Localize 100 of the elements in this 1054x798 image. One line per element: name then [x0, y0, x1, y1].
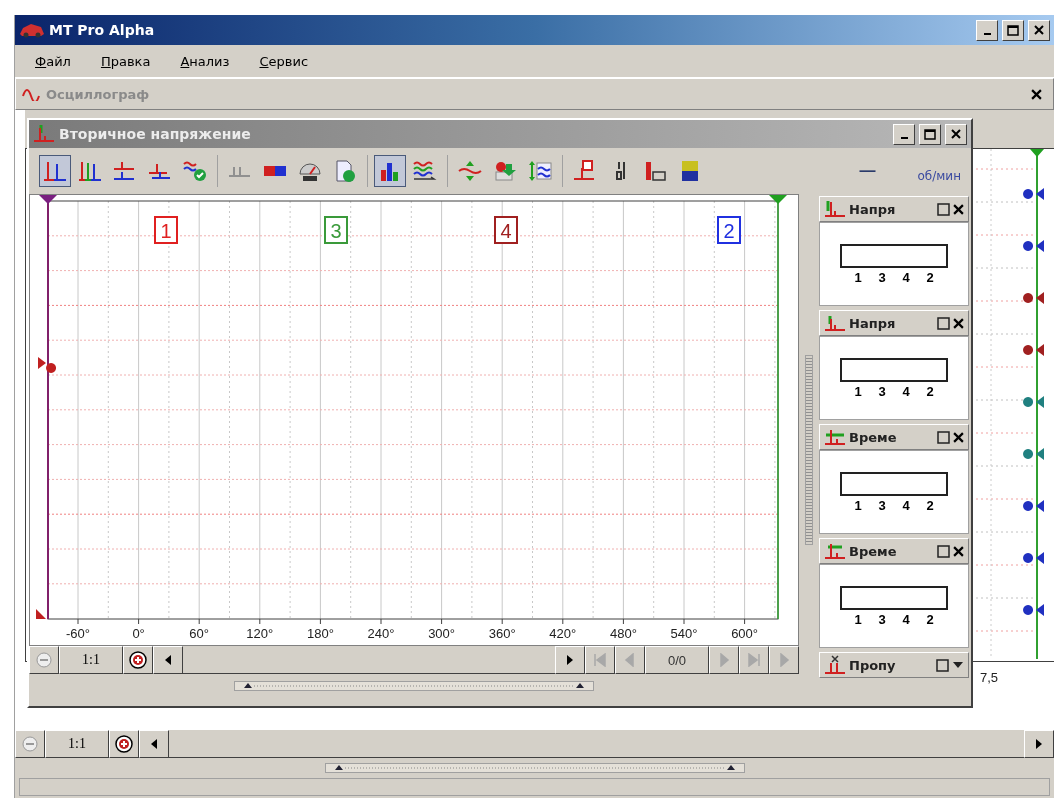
vertical-arrows-icon	[458, 160, 482, 182]
close-icon	[953, 545, 964, 557]
scroll-right-button[interactable]	[1024, 730, 1054, 758]
maximize-icon[interactable]	[936, 658, 949, 672]
bar-label: 3	[878, 269, 886, 285]
widget-title: Напря	[849, 201, 897, 217]
caret-right-icon	[1035, 739, 1043, 749]
bar-label: 3	[878, 383, 886, 399]
x-axis-tick-label: 240°	[367, 626, 395, 641]
waves-check-icon	[183, 160, 207, 182]
subwindow-title: Вторичное напряжение	[59, 126, 252, 142]
next-icon	[717, 653, 731, 667]
panel-title: Осциллограф	[46, 86, 151, 102]
channel-label: 3	[324, 216, 348, 244]
zoom-out-button[interactable]	[15, 730, 45, 758]
x-axis-tick-label: -60°	[66, 626, 90, 641]
zoom-in-button[interactable]	[123, 646, 153, 674]
sine-wave-icon	[22, 87, 40, 101]
close-icon	[953, 203, 964, 215]
waveform-icon	[824, 427, 846, 447]
zoom-ratio: 1:1	[59, 646, 123, 674]
menu-item[interactable]: Сервис	[259, 53, 309, 69]
maximize-button[interactable]	[919, 123, 941, 145]
zoom-in-icon	[129, 651, 147, 669]
bar-label: 2	[926, 497, 934, 513]
waveform-icon	[824, 541, 846, 561]
menu-item[interactable]: Анализ	[180, 53, 230, 69]
maximize-icon	[924, 128, 936, 140]
close-icon	[953, 317, 964, 329]
widget-title: Напря	[849, 315, 897, 331]
scroll-left-button[interactable]	[153, 646, 183, 674]
close-button[interactable]	[1028, 19, 1050, 41]
window-title: MT Pro Alpha	[49, 22, 156, 38]
x-axis-tick-label: 120°	[246, 626, 274, 641]
maximize-button[interactable]	[1002, 19, 1024, 41]
menu-item[interactable]: Правка	[100, 53, 151, 69]
x-axis-tick-label: 420°	[549, 626, 577, 641]
frame-counter: 0/0	[645, 646, 709, 674]
bar-level-icon	[643, 160, 667, 182]
zoom-out-icon	[36, 652, 52, 668]
bar-label: 2	[926, 269, 934, 285]
splitter-grip[interactable]	[805, 355, 813, 545]
toolbar-button[interactable]	[374, 155, 406, 187]
waveform-icon	[33, 124, 55, 144]
bar-label: 4	[902, 497, 910, 513]
x-axis-tick-label: 360°	[488, 626, 516, 641]
maximize-icon[interactable]	[937, 544, 950, 558]
x-axis-tick-label: 60°	[189, 626, 210, 641]
x-axis-tick-label: 180°	[306, 626, 334, 641]
channel-label: 1	[154, 216, 178, 244]
menu-item[interactable]: Файл	[35, 53, 71, 69]
gauge-icon	[298, 160, 322, 182]
toolbar-button[interactable]	[39, 155, 71, 187]
waveform-icon	[824, 313, 846, 333]
trigger-marker-icon	[36, 609, 46, 619]
bar-label: 2	[926, 383, 934, 399]
scroll-right-button[interactable]	[555, 646, 585, 674]
x-axis-tick-label: 540°	[670, 626, 698, 641]
zoom-out-button[interactable]	[29, 646, 59, 674]
caret-left-icon	[150, 739, 158, 749]
cursor-marker-icon	[39, 195, 57, 204]
bar-label: 4	[902, 383, 910, 399]
waves-arrow-icon	[413, 160, 437, 182]
close-icon	[951, 129, 961, 139]
close-icon	[1034, 25, 1044, 35]
x-axis-tick-label: 300°	[428, 626, 456, 641]
channel-label: 2	[717, 216, 741, 244]
splitter-handle[interactable]	[324, 763, 745, 773]
minimize-button[interactable]	[893, 123, 915, 145]
caret-right-icon	[566, 655, 574, 665]
minimize-icon	[983, 33, 991, 35]
close-icon	[953, 431, 964, 443]
rpm-reading: —	[859, 162, 877, 180]
scroll-left-button[interactable]	[139, 730, 169, 758]
widget-title: Време	[849, 429, 898, 445]
zoom-in-button[interactable]	[109, 730, 139, 758]
scale-icon	[528, 160, 552, 182]
maximize-icon[interactable]	[937, 430, 950, 444]
stacked-waveform-icon	[113, 160, 137, 182]
document-check-icon	[333, 160, 357, 182]
splitter-handle[interactable]	[234, 681, 594, 691]
prev-icon	[623, 653, 637, 667]
close-button[interactable]	[945, 123, 967, 145]
multi-waveform-icon	[78, 160, 102, 182]
waveform-icon	[43, 160, 67, 182]
x-axis-tick-label: 480°	[609, 626, 637, 641]
maximize-icon[interactable]	[937, 316, 950, 330]
minimize-button[interactable]	[976, 19, 998, 41]
car-icon	[19, 22, 45, 38]
rpm-unit: об/мин	[916, 168, 962, 183]
waveform-icon	[824, 199, 846, 219]
channel-label: 4	[494, 216, 518, 244]
maximize-icon[interactable]	[937, 202, 950, 216]
zoom-ratio: 1:1	[45, 730, 109, 758]
widget-title: Време	[849, 543, 898, 559]
minimize-icon	[900, 137, 908, 139]
bar-label: 4	[902, 269, 910, 285]
close-icon	[1030, 88, 1042, 100]
bar-label: 3	[878, 497, 886, 513]
bar-label: 1	[854, 269, 862, 285]
